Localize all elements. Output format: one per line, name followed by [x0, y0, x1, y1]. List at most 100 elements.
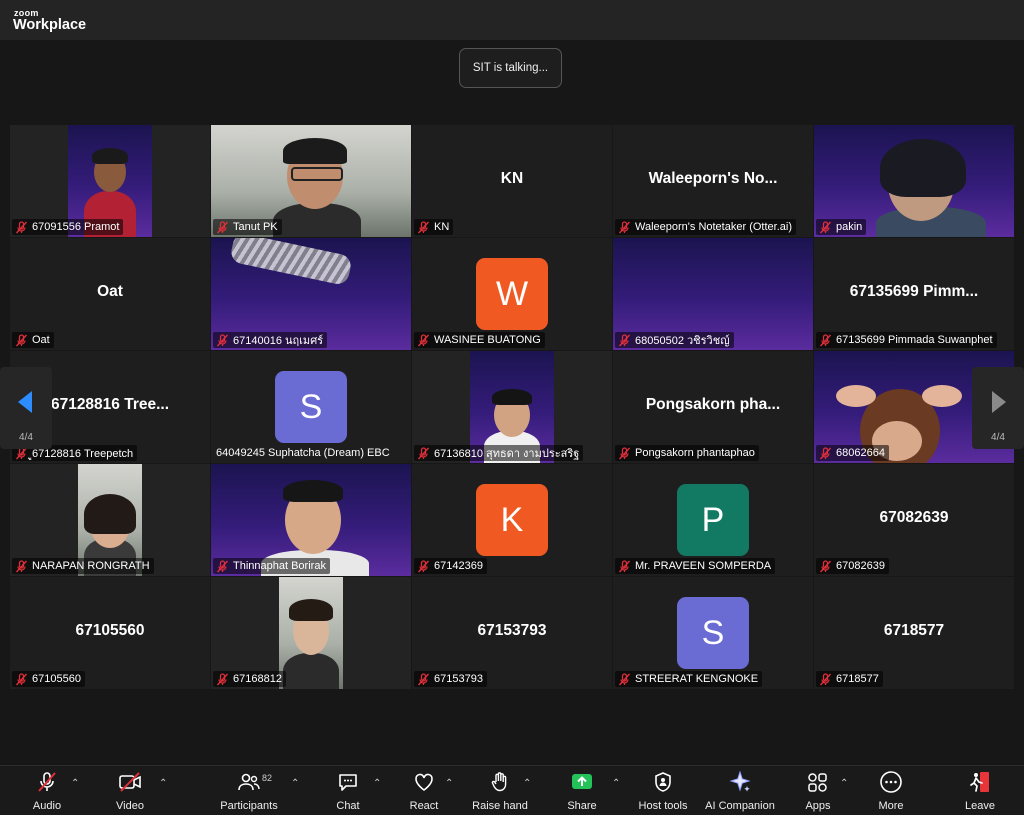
participant-avatar: S [677, 597, 749, 669]
participant-name-label: 67091556 Pramot [12, 219, 124, 235]
participant-tile[interactable]: 6718577 6718577 [814, 577, 1014, 689]
mic-muted-icon [819, 333, 832, 347]
mic-muted-icon [15, 220, 28, 234]
participant-tile[interactable]: 67140016 นฤเมศร์ [211, 238, 411, 350]
raise-hand-icon [487, 770, 513, 794]
participant-display-name: 67105560 [75, 622, 145, 639]
audio-options-chevron-icon[interactable]: ⌃ [71, 778, 79, 789]
participant-avatar: S [275, 371, 347, 443]
participant-name-label: Thinnaphat Borirak [213, 558, 330, 574]
participant-tile[interactable]: Tanut PK [211, 125, 411, 237]
participant-tile[interactable]: K 67142369 [412, 464, 612, 576]
participant-name-label: Oat [12, 332, 54, 348]
participant-display-name: Pongsakorn pha... [645, 396, 781, 413]
more-icon [878, 770, 904, 794]
participant-tile[interactable]: 67135699 Pimm... 67135699 Pimmada Suwanp… [814, 238, 1014, 350]
share-screen-icon [569, 770, 595, 794]
participants-options-chevron-icon[interactable]: ⌃ [291, 778, 299, 789]
participant-avatar: K [476, 484, 548, 556]
react-options-chevron-icon[interactable]: ⌃ [445, 778, 453, 789]
mic-muted-icon [216, 559, 229, 573]
participant-name-label: Mr. PRAVEEN SOMPERDA [615, 558, 776, 574]
participant-tile[interactable]: 68050502 วชิรวิชญ์ [613, 238, 813, 350]
page-indicator: 4/4 [991, 432, 1005, 443]
next-page-button[interactable]: 4/4 [972, 367, 1024, 449]
mic-muted-icon [34, 770, 60, 794]
mic-muted-icon [417, 446, 430, 460]
participant-tile[interactable]: 67153793 67153793 [412, 577, 612, 689]
participant-tile[interactable]: 67105560 67105560 [10, 577, 210, 689]
participant-tile[interactable]: P Mr. PRAVEEN SOMPERDA [613, 464, 813, 576]
participant-name-label: 64049245 Suphatcha (Dream) EBC [216, 447, 390, 459]
heart-icon [411, 770, 437, 794]
chat-options-chevron-icon[interactable]: ⌃ [373, 778, 381, 789]
video-options-chevron-icon[interactable]: ⌃ [159, 778, 167, 789]
participant-display-name: KN [500, 170, 524, 187]
mic-muted-icon [618, 220, 631, 234]
mic-muted-icon [15, 672, 28, 686]
mic-muted-icon [618, 446, 631, 460]
participant-tile[interactable]: 67082639 67082639 [814, 464, 1014, 576]
previous-page-button[interactable]: 4/4 [0, 367, 52, 449]
mic-muted-icon [216, 672, 229, 686]
participant-avatar: P [677, 484, 749, 556]
share-button[interactable]: Share [566, 770, 598, 815]
mic-muted-icon [819, 559, 832, 573]
raise-hand-options-chevron-icon[interactable]: ⌃ [523, 778, 531, 789]
participant-name-label: KN [414, 219, 454, 235]
participant-name-label: 6718577 [816, 671, 883, 687]
participant-display-name: 6718577 [883, 622, 945, 639]
participant-tile[interactable]: 67136810 สุทธดา งามประสริฐ [412, 351, 612, 463]
video-button[interactable]: Video [113, 770, 147, 815]
participant-name-label: 67142369 [414, 558, 487, 574]
participant-name-label: 67168812 [213, 671, 286, 687]
more-button[interactable]: More [875, 770, 907, 815]
mic-muted-icon [819, 672, 832, 686]
participant-tile[interactable]: KN KN [412, 125, 612, 237]
participant-tile[interactable]: Thinnaphat Borirak [211, 464, 411, 576]
mic-muted-icon [417, 220, 430, 234]
meeting-toolbar: Audio ⌃ Video ⌃ Participants 82 ⌃ Chat ⌃… [0, 765, 1024, 815]
chat-icon [335, 770, 361, 794]
participant-tile[interactable]: Oat Oat [10, 238, 210, 350]
participant-name-label: Pongsakorn phantaphao [615, 445, 759, 461]
page-indicator: 4/4 [19, 432, 33, 443]
apps-button[interactable]: Apps [802, 770, 834, 815]
participant-tile[interactable]: 67091556 Pramot [10, 125, 210, 237]
react-button[interactable]: React [408, 770, 440, 815]
participant-tile[interactable]: NARAPAN RONGRATH [10, 464, 210, 576]
participants-count: 82 [262, 773, 273, 783]
participant-name-label: 67140016 นฤเมศร์ [213, 332, 328, 348]
participant-display-name: 67153793 [477, 622, 547, 639]
brand-logo: Workplace [13, 17, 87, 33]
mic-muted-icon [618, 333, 631, 347]
participant-tile[interactable]: Waleeporn's No... Waleeporn's Notetaker … [613, 125, 813, 237]
host-tools-button[interactable]: Host tools [636, 770, 690, 815]
participant-tile[interactable]: 67168812 [211, 577, 411, 689]
apps-options-chevron-icon[interactable]: ⌃ [840, 778, 848, 789]
participant-tile[interactable]: S STREERAT KENGNOKE [613, 577, 813, 689]
mic-muted-icon [15, 559, 28, 573]
participant-tile[interactable]: W WASINEE BUATONG [412, 238, 612, 350]
participant-display-name: 67135699 Pimm... [849, 283, 979, 300]
mic-muted-icon [15, 333, 28, 347]
participant-gallery: 67091556 Pramot Tanut PK KN KN Waleeporn… [10, 125, 1014, 691]
audio-button[interactable]: Audio [30, 770, 64, 815]
arrow-left-icon [18, 391, 32, 413]
participant-name-label: 67136810 สุทธดา งามประสริฐ [414, 445, 584, 461]
participant-name-label: NARAPAN RONGRATH [12, 558, 154, 574]
raise-hand-button[interactable]: Raise hand [472, 770, 528, 815]
participant-video [279, 577, 343, 689]
video-off-icon [117, 770, 143, 794]
shield-icon [650, 770, 676, 794]
leave-button[interactable]: Leave [964, 770, 996, 815]
chat-button[interactable]: Chat [333, 770, 363, 815]
active-speaker-banner: SIT is talking... [459, 48, 562, 88]
participant-tile[interactable]: Pongsakorn pha... Pongsakorn phantaphao [613, 351, 813, 463]
participant-name-label: Waleeporn's Notetaker (Otter.ai) [615, 219, 796, 235]
ai-companion-button[interactable]: AI Companion [703, 770, 777, 815]
participant-name-label: 68050502 วชิรวิชญ์ [615, 332, 734, 348]
participant-tile[interactable]: pakin [814, 125, 1014, 237]
participant-tile[interactable]: S 64049245 Suphatcha (Dream) EBC [211, 351, 411, 463]
share-options-chevron-icon[interactable]: ⌃ [612, 778, 620, 789]
